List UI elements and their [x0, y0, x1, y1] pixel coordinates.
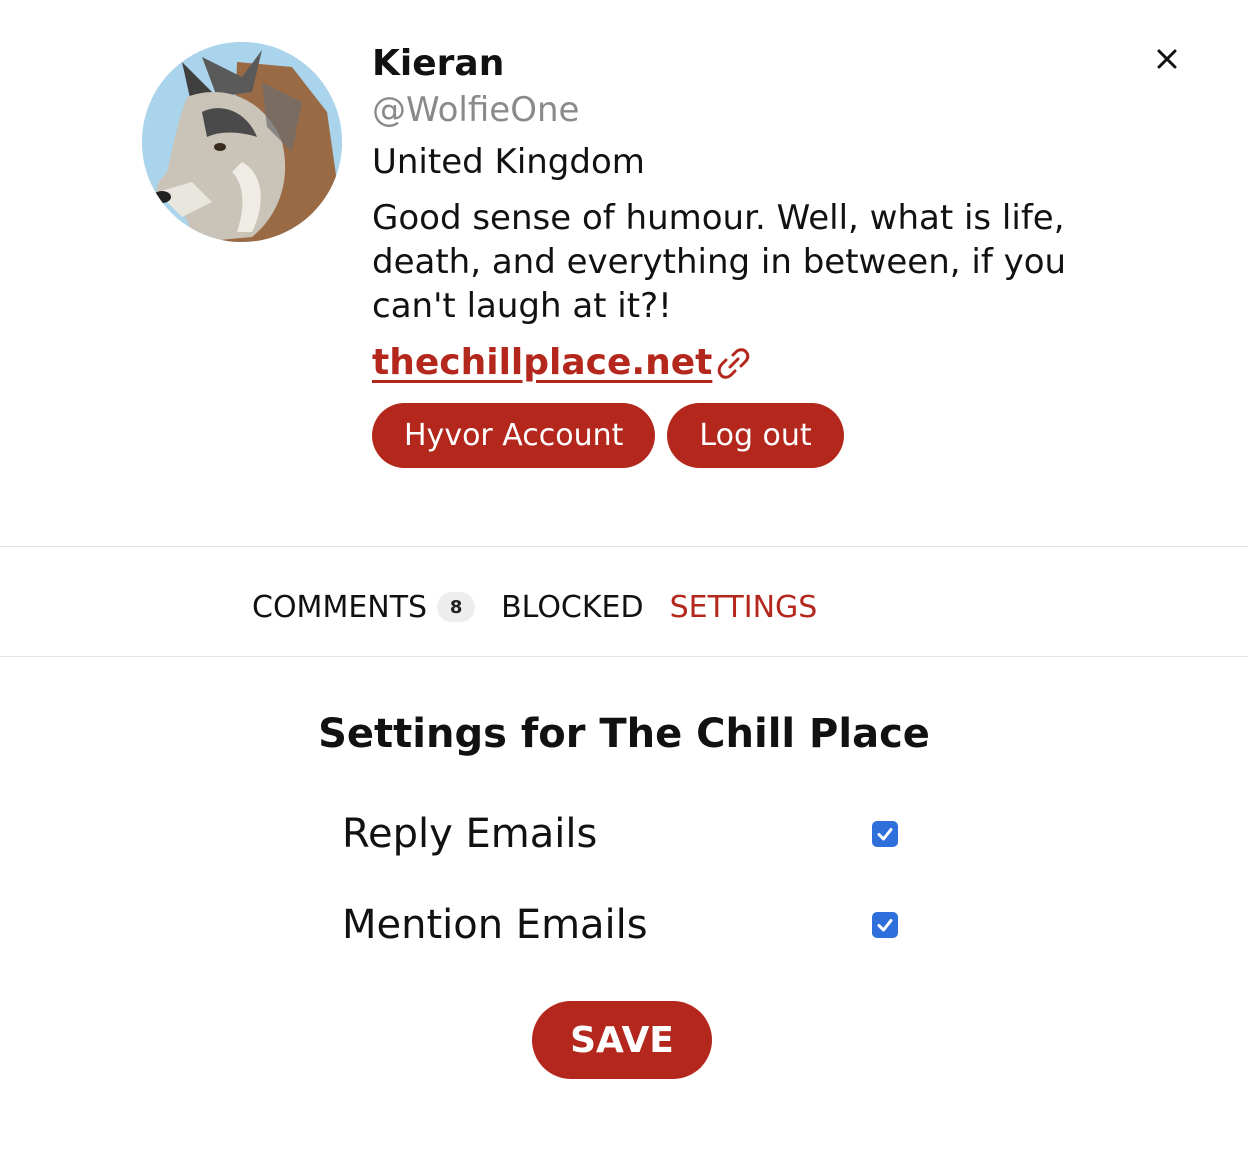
wolf-avatar-image — [142, 42, 342, 242]
profile-handle: @WolfieOne — [372, 90, 580, 130]
profile-actions: Hyvor Account Log out — [372, 403, 1092, 468]
website-link-text: thechillplace.net — [372, 342, 713, 383]
tab-bar: COMMENTS 8 BLOCKED SETTINGS — [252, 584, 817, 630]
tab-comments[interactable]: COMMENTS 8 — [252, 589, 476, 625]
hyvor-account-button[interactable]: Hyvor Account — [372, 403, 656, 468]
close-button[interactable] — [1150, 42, 1184, 76]
divider-bottom — [0, 656, 1248, 657]
mention-emails-label: Mention Emails — [342, 902, 648, 948]
profile-name: Kieran — [372, 43, 505, 84]
setting-row-mention-emails: Mention Emails — [342, 897, 898, 953]
tab-settings[interactable]: SETTINGS — [670, 590, 818, 625]
logout-button[interactable]: Log out — [667, 403, 844, 468]
tab-settings-label: SETTINGS — [669, 589, 818, 625]
profile-location: United Kingdom — [372, 142, 645, 182]
checkmark-icon — [877, 919, 893, 932]
checkmark-icon — [877, 828, 893, 841]
tab-blocked-label: BLOCKED — [501, 589, 644, 625]
comments-count-badge: 8 — [437, 592, 476, 622]
setting-row-reply-emails: Reply Emails — [342, 806, 898, 862]
reply-emails-checkbox[interactable] — [872, 821, 898, 847]
divider-top — [0, 546, 1248, 547]
tab-blocked[interactable]: BLOCKED — [501, 590, 644, 625]
save-button[interactable]: SAVE — [532, 1001, 712, 1079]
close-icon — [1157, 49, 1177, 69]
settings-title: Settings for The Chill Place — [318, 711, 930, 757]
website-link[interactable]: thechillplace.net — [372, 342, 752, 383]
link-icon — [718, 347, 750, 379]
avatar — [142, 42, 342, 242]
reply-emails-label: Reply Emails — [342, 811, 598, 857]
tab-comments-label: COMMENTS — [252, 589, 428, 625]
profile-info: Kieran @WolfieOne United Kingdom Good se… — [372, 40, 1092, 468]
profile-bio: Good sense of humour. Well, what is life… — [372, 198, 1067, 326]
mention-emails-checkbox[interactable] — [872, 912, 898, 938]
